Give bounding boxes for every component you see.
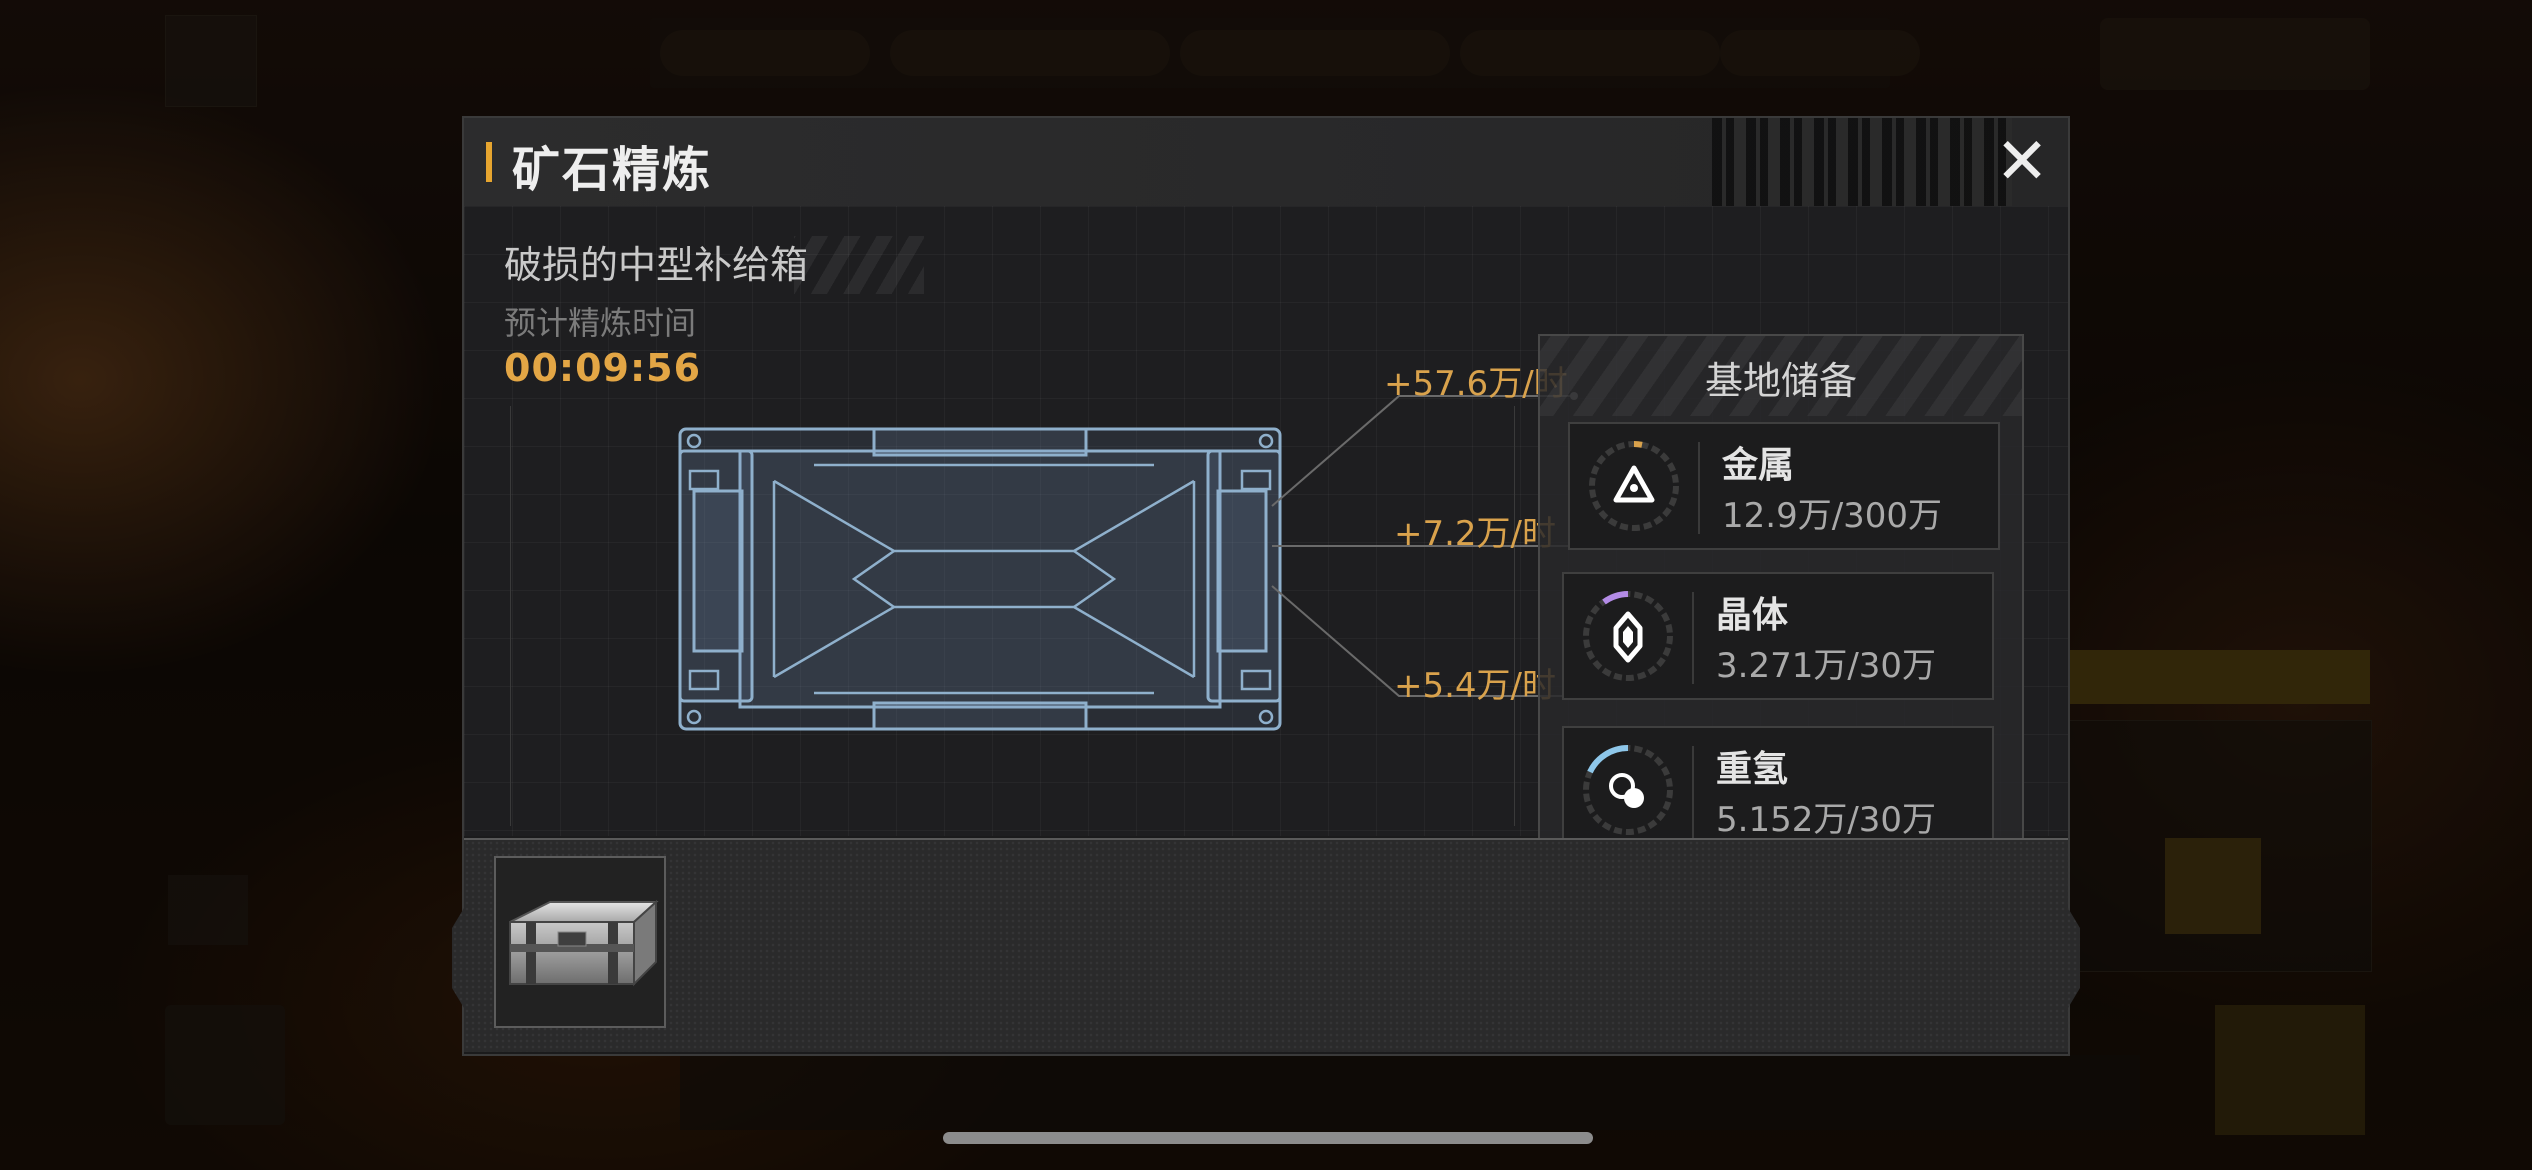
title-accent-bar — [486, 142, 492, 182]
resource-name: 重氢 — [1716, 749, 1789, 790]
resource-metal: 金属 12.9万/300万 — [1568, 422, 2000, 550]
crystal-gain-rate: +7.2万/时 — [1394, 514, 1557, 554]
item-tray — [452, 838, 2080, 1052]
resource-amount: 5.152万/30万 — [1716, 800, 1937, 840]
supply-crate-icon — [509, 899, 659, 987]
item-slot[interactable] — [494, 856, 666, 1028]
resource-divider — [1692, 746, 1694, 838]
resource-divider — [1698, 442, 1700, 534]
ore-refine-dialog: 矿石精炼 ✕ 破损的中型补给箱 预计精炼时间 00:09:56 +57.6万/时… — [452, 116, 2080, 1056]
close-icon: ✕ — [1995, 125, 2049, 199]
hydrogen-icon — [1583, 744, 1673, 835]
dialog-header: 矿石精炼 ✕ — [464, 118, 2068, 208]
dialog-title: 矿石精炼 — [512, 142, 713, 198]
crystal-icon — [1583, 591, 1673, 681]
close-button[interactable]: ✕ — [1990, 130, 2054, 194]
resource-name: 晶体 — [1716, 595, 1789, 636]
header-barcode-decoration — [1712, 118, 2012, 206]
refine-content: 破损的中型补给箱 预计精炼时间 00:09:56 +57.6万/时 +7.2万/… — [464, 206, 2068, 884]
resource-amount: 3.271万/30万 — [1716, 646, 1937, 686]
resource-crystal: 晶体 3.271万/30万 — [1562, 572, 1994, 700]
hydrogen-gain-rate: +5.4万/时 — [1394, 666, 1557, 706]
metal-icon — [1589, 441, 1679, 531]
resource-amount: 12.9万/300万 — [1722, 496, 1943, 536]
resource-divider — [1692, 592, 1694, 684]
resource-name: 金属 — [1722, 445, 1795, 486]
base-storage-panel: 基地储备 金属 12.9万/300万 晶体 3.271万/30万 重氢 5.15… — [1538, 334, 2024, 884]
home-indicator — [943, 1132, 1593, 1144]
storage-title: 基地储备 — [1704, 359, 1857, 403]
resource-hydrogen: 重氢 5.152万/30万 — [1562, 726, 1994, 854]
